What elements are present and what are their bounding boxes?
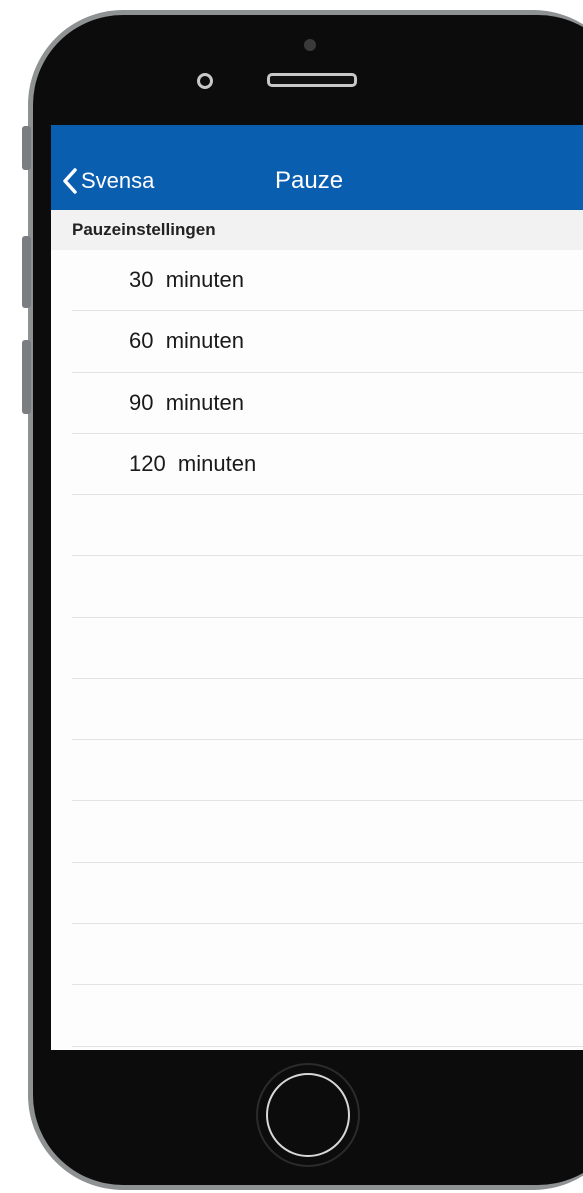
option-60-minutes[interactable]: 60 minuten	[51, 311, 583, 373]
app-screen: Svensa Pauze Pauzeinstellingen 30 minute…	[51, 125, 583, 1050]
volume-up-button	[22, 236, 31, 308]
chevron-left-icon	[63, 168, 77, 194]
option-label: 30 minuten	[129, 267, 244, 292]
empty-row	[51, 618, 583, 679]
home-button[interactable]	[258, 1065, 358, 1165]
option-30-minutes[interactable]: 30 minuten	[51, 250, 583, 312]
section-header-label: Pauzeinstellingen	[72, 220, 216, 239]
back-button-label: Svensa	[81, 168, 155, 193]
empty-list-area	[51, 495, 583, 1047]
option-120-minutes[interactable]: 120 minuten	[51, 434, 583, 496]
proximity-sensor	[197, 73, 213, 89]
home-button-ring	[266, 1073, 350, 1157]
empty-row	[51, 863, 583, 925]
page-title: Pauze	[275, 167, 344, 194]
empty-row	[51, 556, 583, 618]
row-separator	[72, 1045, 583, 1047]
navigation-bar: Svensa Pauze	[51, 125, 583, 210]
volume-down-button	[22, 340, 31, 414]
option-label: 120 minuten	[129, 450, 257, 476]
pause-options-list: 30 minuten 60 minuten 90 minuten 120 min…	[51, 250, 583, 496]
mute-switch	[22, 126, 31, 170]
empty-row	[51, 495, 583, 557]
empty-row	[51, 985, 583, 1047]
section-header: Pauzeinstellingen	[51, 210, 583, 250]
empty-row	[51, 924, 583, 986]
option-label: 60 minuten	[129, 328, 244, 354]
device-mockup: Svensa Pauze Pauzeinstellingen 30 minute…	[0, 0, 583, 1193]
empty-row	[51, 679, 583, 741]
option-label: 90 minuten	[129, 389, 244, 415]
empty-row	[51, 801, 583, 863]
option-90-minutes[interactable]: 90 minuten	[51, 373, 583, 434]
empty-row	[51, 740, 583, 802]
front-camera	[304, 39, 316, 51]
earpiece-speaker	[267, 73, 357, 87]
back-button[interactable]: Svensa	[61, 165, 154, 197]
